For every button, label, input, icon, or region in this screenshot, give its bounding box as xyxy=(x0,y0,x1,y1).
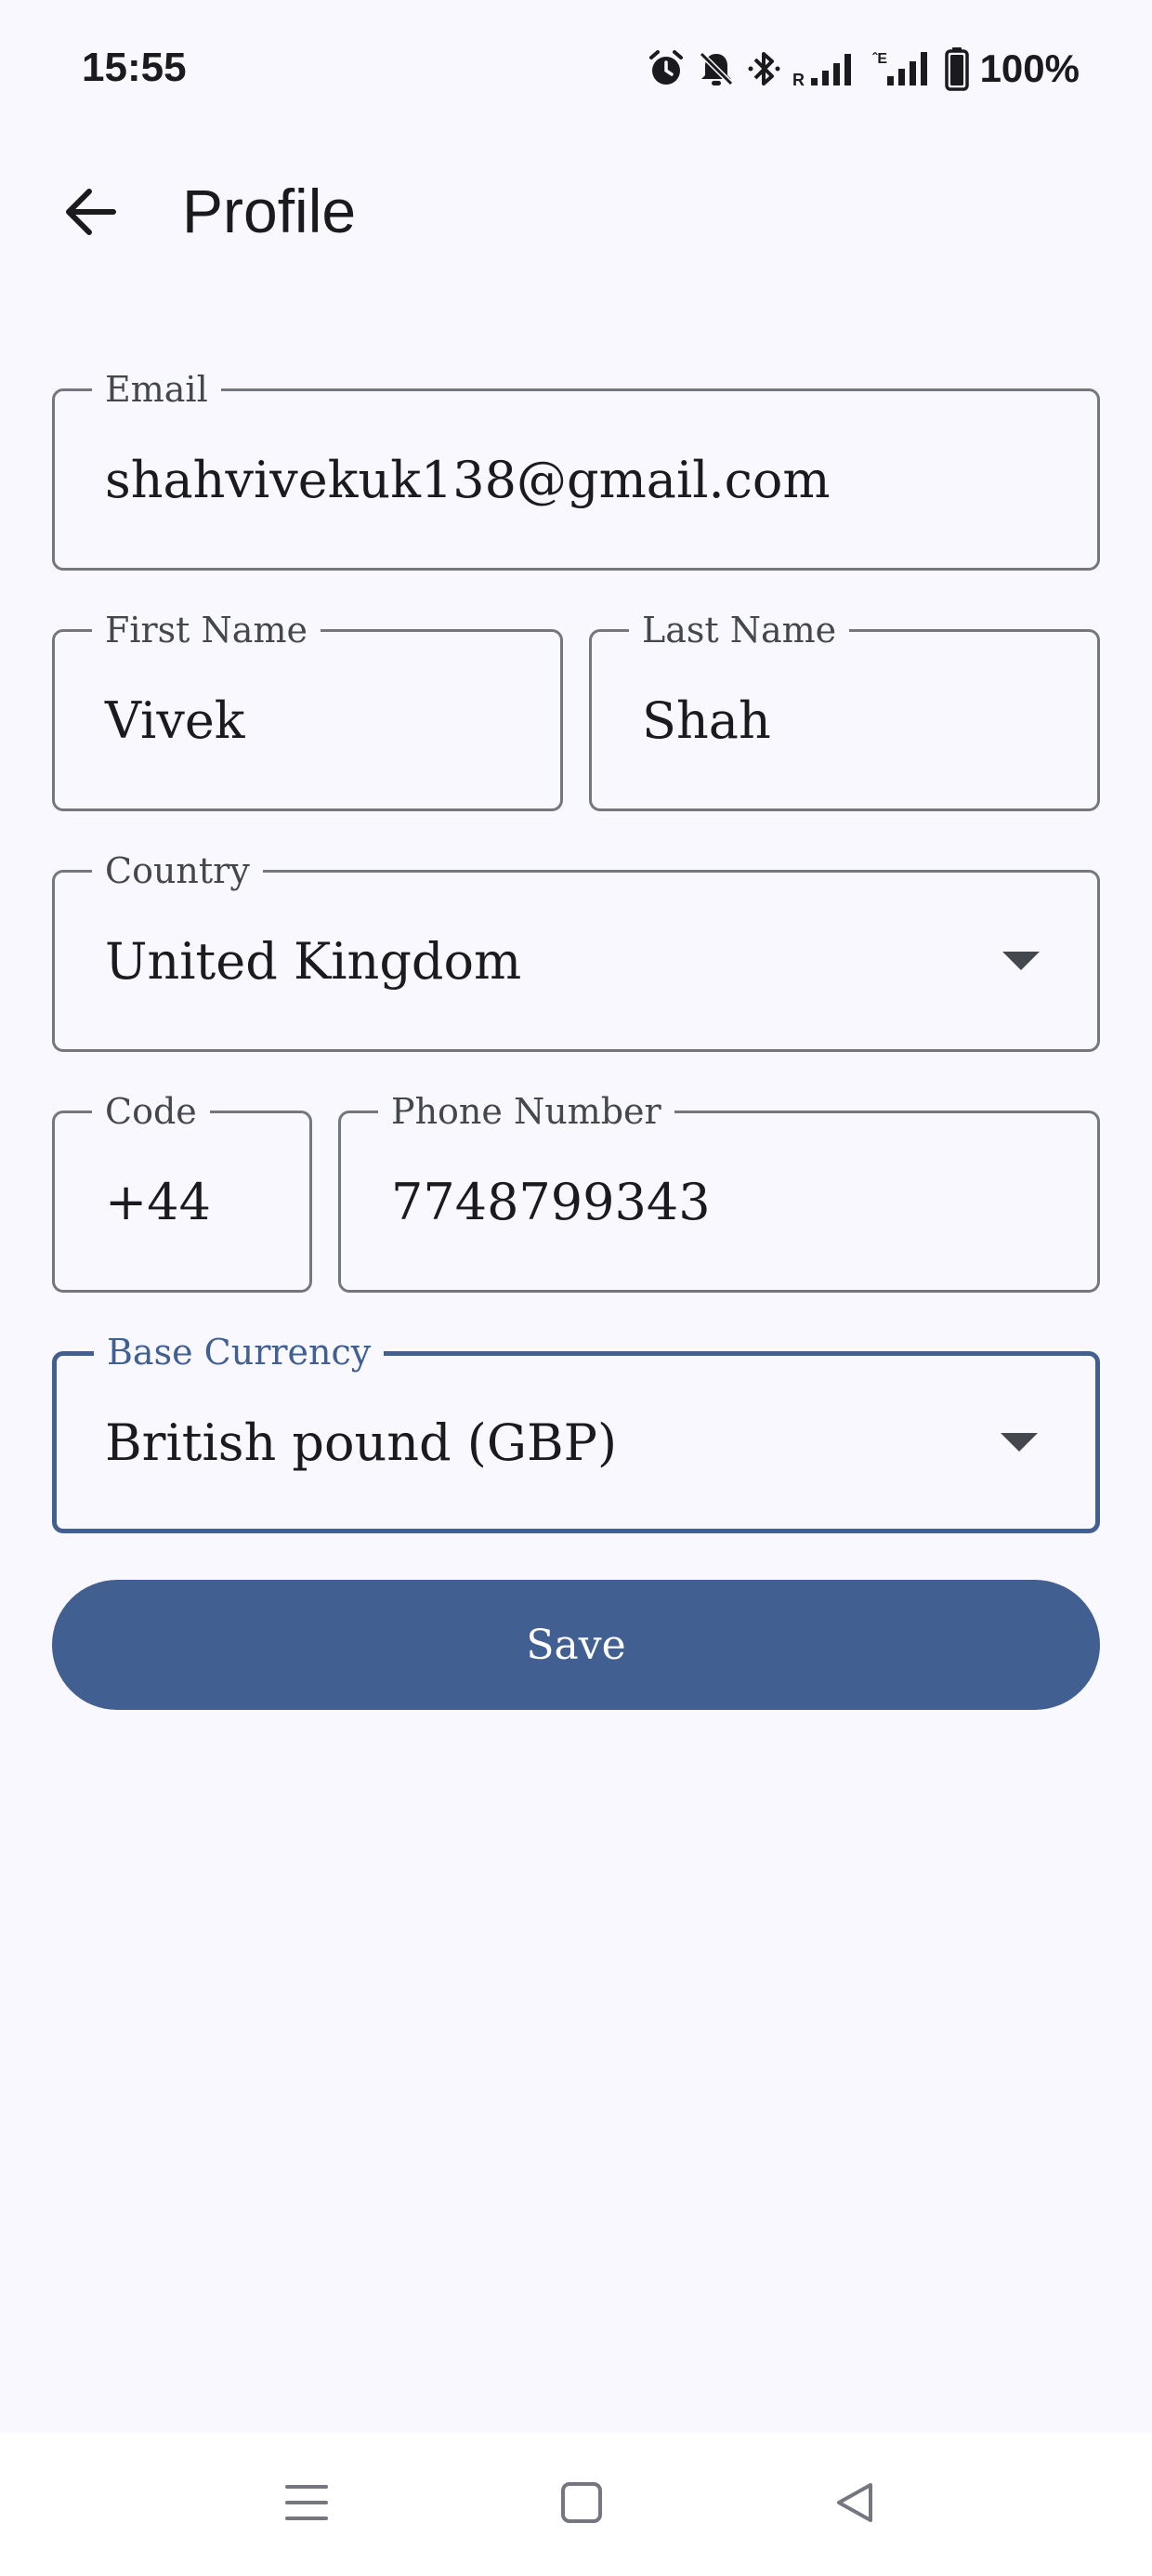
last-name-value[interactable]: Shah xyxy=(642,632,771,808)
svg-text:R: R xyxy=(792,71,805,89)
code-value[interactable]: +44 xyxy=(105,1113,211,1290)
status-bar: 15:55 R ˆE 100% xyxy=(0,0,1152,139)
email-field[interactable]: Email shahvivekuk138@gmail.com xyxy=(52,369,1100,571)
base-currency-value[interactable]: British pound (GBP) xyxy=(105,1356,617,1529)
home-button[interactable] xyxy=(535,2463,628,2546)
app-bar: Profile xyxy=(0,139,1152,279)
home-square-icon xyxy=(558,2479,605,2530)
first-name-value[interactable]: Vivek xyxy=(105,632,245,808)
phone-number-field[interactable]: Phone Number 7748799343 xyxy=(338,1091,1100,1293)
dropdown-arrow-icon[interactable] xyxy=(1002,952,1040,970)
navigation-bar xyxy=(0,2433,1152,2576)
recents-button[interactable] xyxy=(260,2463,353,2546)
save-button-label: Save xyxy=(526,1621,626,1669)
battery-percentage: 100% xyxy=(979,46,1080,90)
alarm-icon xyxy=(646,48,687,89)
svg-text:ˆE: ˆE xyxy=(872,51,887,67)
signal-icon: ˆE xyxy=(872,48,936,89)
arrow-back-icon xyxy=(61,182,121,246)
bluetooth-icon xyxy=(746,48,783,89)
status-time: 15:55 xyxy=(82,45,187,90)
country-code-field[interactable]: Code +44 xyxy=(52,1091,312,1293)
signal-roaming-icon: R xyxy=(792,48,863,89)
dropdown-arrow-icon[interactable] xyxy=(1001,1433,1038,1452)
phone-number-value[interactable]: 7748799343 xyxy=(391,1113,711,1290)
back-triangle-icon xyxy=(831,2479,878,2530)
save-button[interactable]: Save xyxy=(52,1580,1100,1710)
first-name-field[interactable]: First Name Vivek xyxy=(52,610,563,811)
recents-menu-icon xyxy=(283,2481,330,2529)
battery-icon xyxy=(944,46,969,91)
back-button[interactable] xyxy=(46,169,136,258)
country-value[interactable]: United Kingdom xyxy=(105,873,521,1049)
last-name-field[interactable]: Last Name Shah xyxy=(589,610,1100,811)
bell-off-icon xyxy=(696,48,737,89)
country-dropdown[interactable]: Country United Kingdom xyxy=(52,850,1100,1052)
status-icons: R ˆE 100% xyxy=(646,41,1080,97)
page-title: Profile xyxy=(182,177,357,245)
system-back-button[interactable] xyxy=(808,2463,901,2546)
base-currency-dropdown[interactable]: Base Currency British pound (GBP) xyxy=(52,1332,1100,1533)
email-value[interactable]: shahvivekuk138@gmail.com xyxy=(105,391,831,568)
